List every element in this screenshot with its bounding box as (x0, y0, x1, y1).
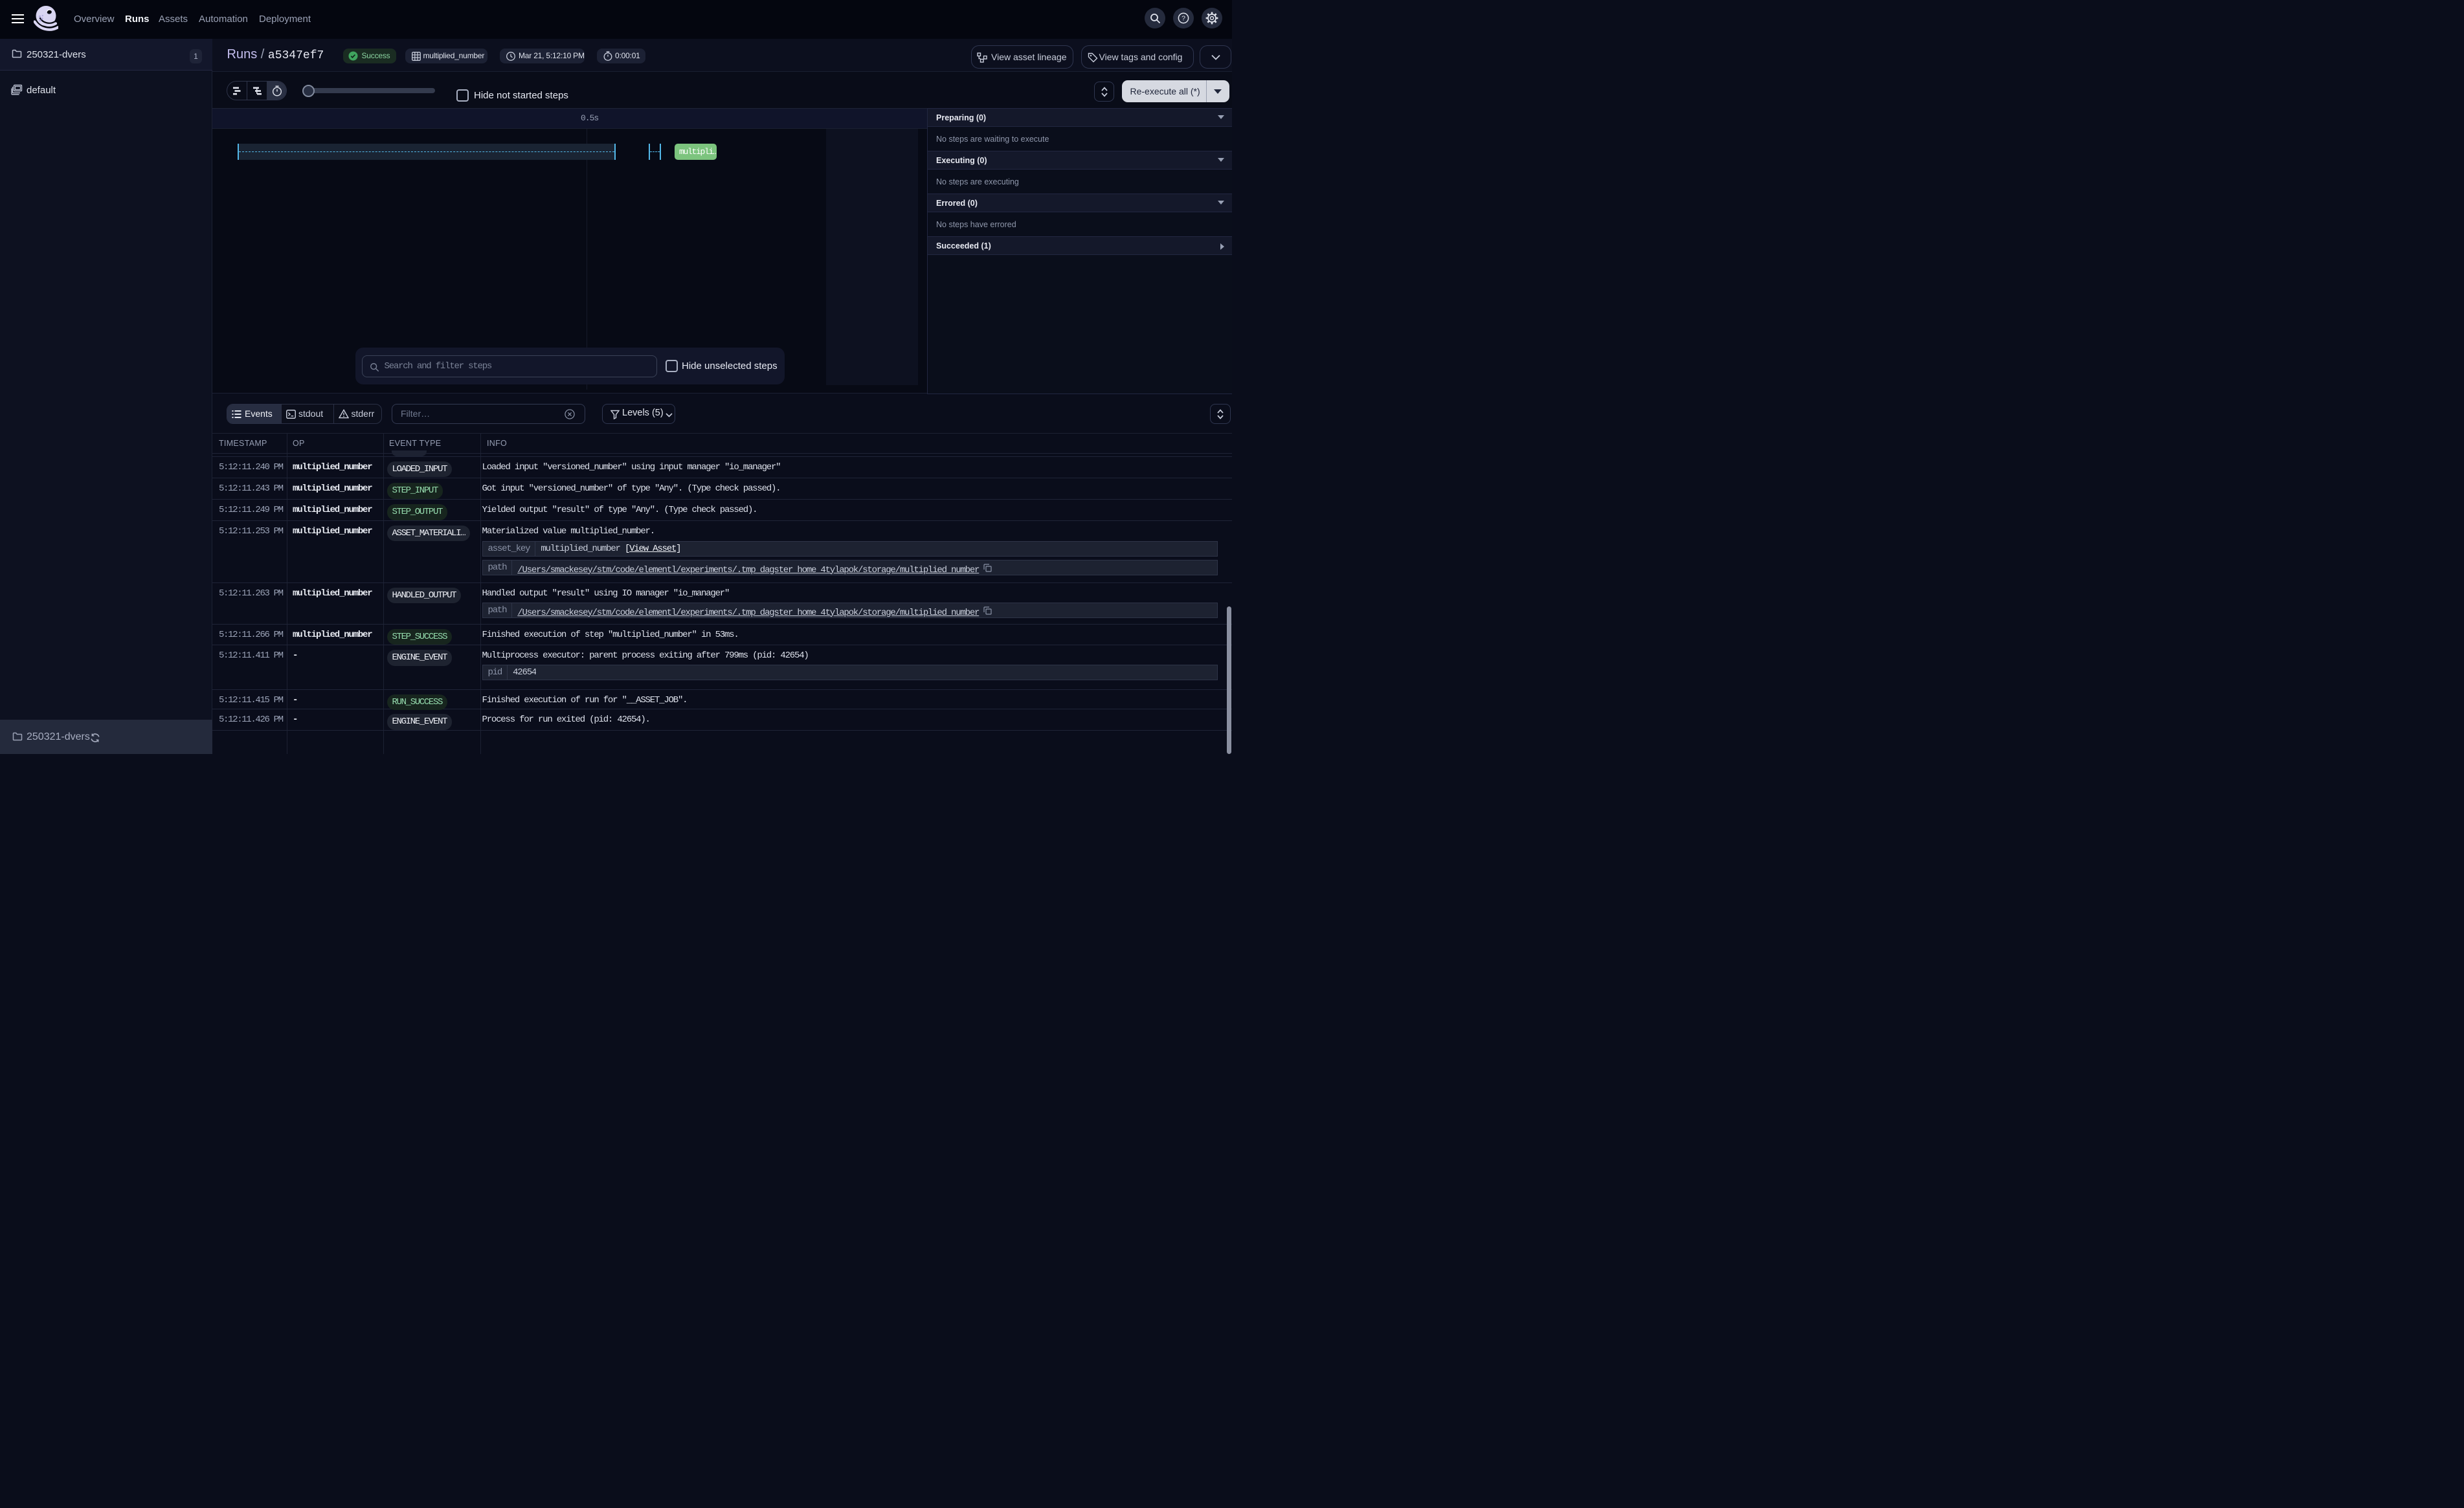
svg-text:?: ? (1182, 15, 1185, 23)
